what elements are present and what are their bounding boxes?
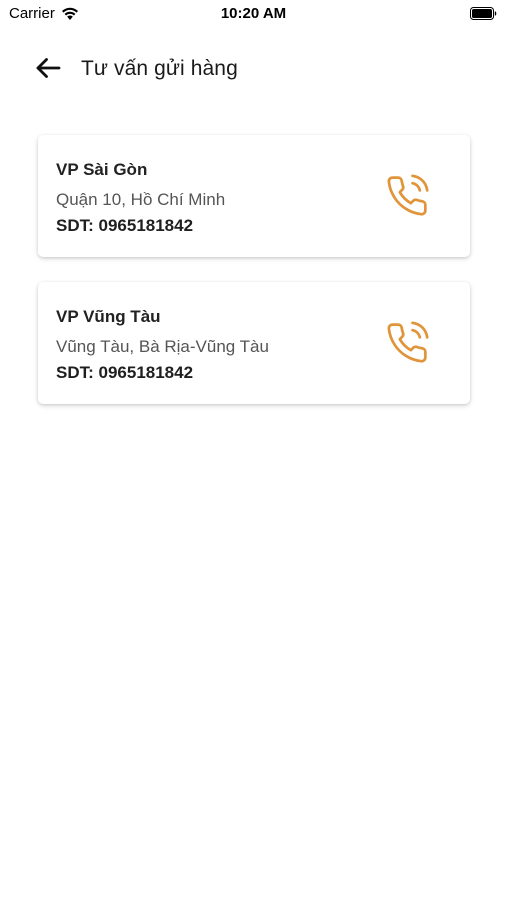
back-button[interactable] <box>32 54 64 86</box>
phone-call-icon <box>385 320 429 370</box>
office-name: VP Sài Gòn <box>56 160 148 179</box>
office-address: Vũng Tàu, Bà Rịa-Vũng Tàu <box>56 337 269 356</box>
office-address: Quận 10, Hồ Chí Minh <box>56 190 226 209</box>
app-header: Tư vấn gửi hàng <box>0 48 507 92</box>
status-time: 10:20 AM <box>220 5 287 22</box>
office-list: VP Sài Gòn Quận 10, Hồ Chí Minh SDT: 096… <box>38 135 470 429</box>
office-name: VP Vũng Tàu <box>56 307 161 326</box>
battery-icon <box>470 7 497 20</box>
call-button[interactable] <box>382 173 432 223</box>
office-phone: SDT: 0965181842 <box>56 363 194 382</box>
arrow-left-icon <box>35 57 61 84</box>
office-card-vung-tau[interactable]: VP Vũng Tàu Vũng Tàu, Bà Rịa-Vũng Tàu SD… <box>38 282 470 404</box>
office-phone: SDT: 0965181842 <box>56 216 194 235</box>
office-card-sai-gon[interactable]: VP Sài Gòn Quận 10, Hồ Chí Minh SDT: 096… <box>38 135 470 257</box>
call-button[interactable] <box>382 320 432 370</box>
status-bar: Carrier 10:20 AM <box>0 0 507 28</box>
phone-call-icon <box>385 173 429 223</box>
page-title: Tư vấn gửi hàng <box>81 57 238 80</box>
